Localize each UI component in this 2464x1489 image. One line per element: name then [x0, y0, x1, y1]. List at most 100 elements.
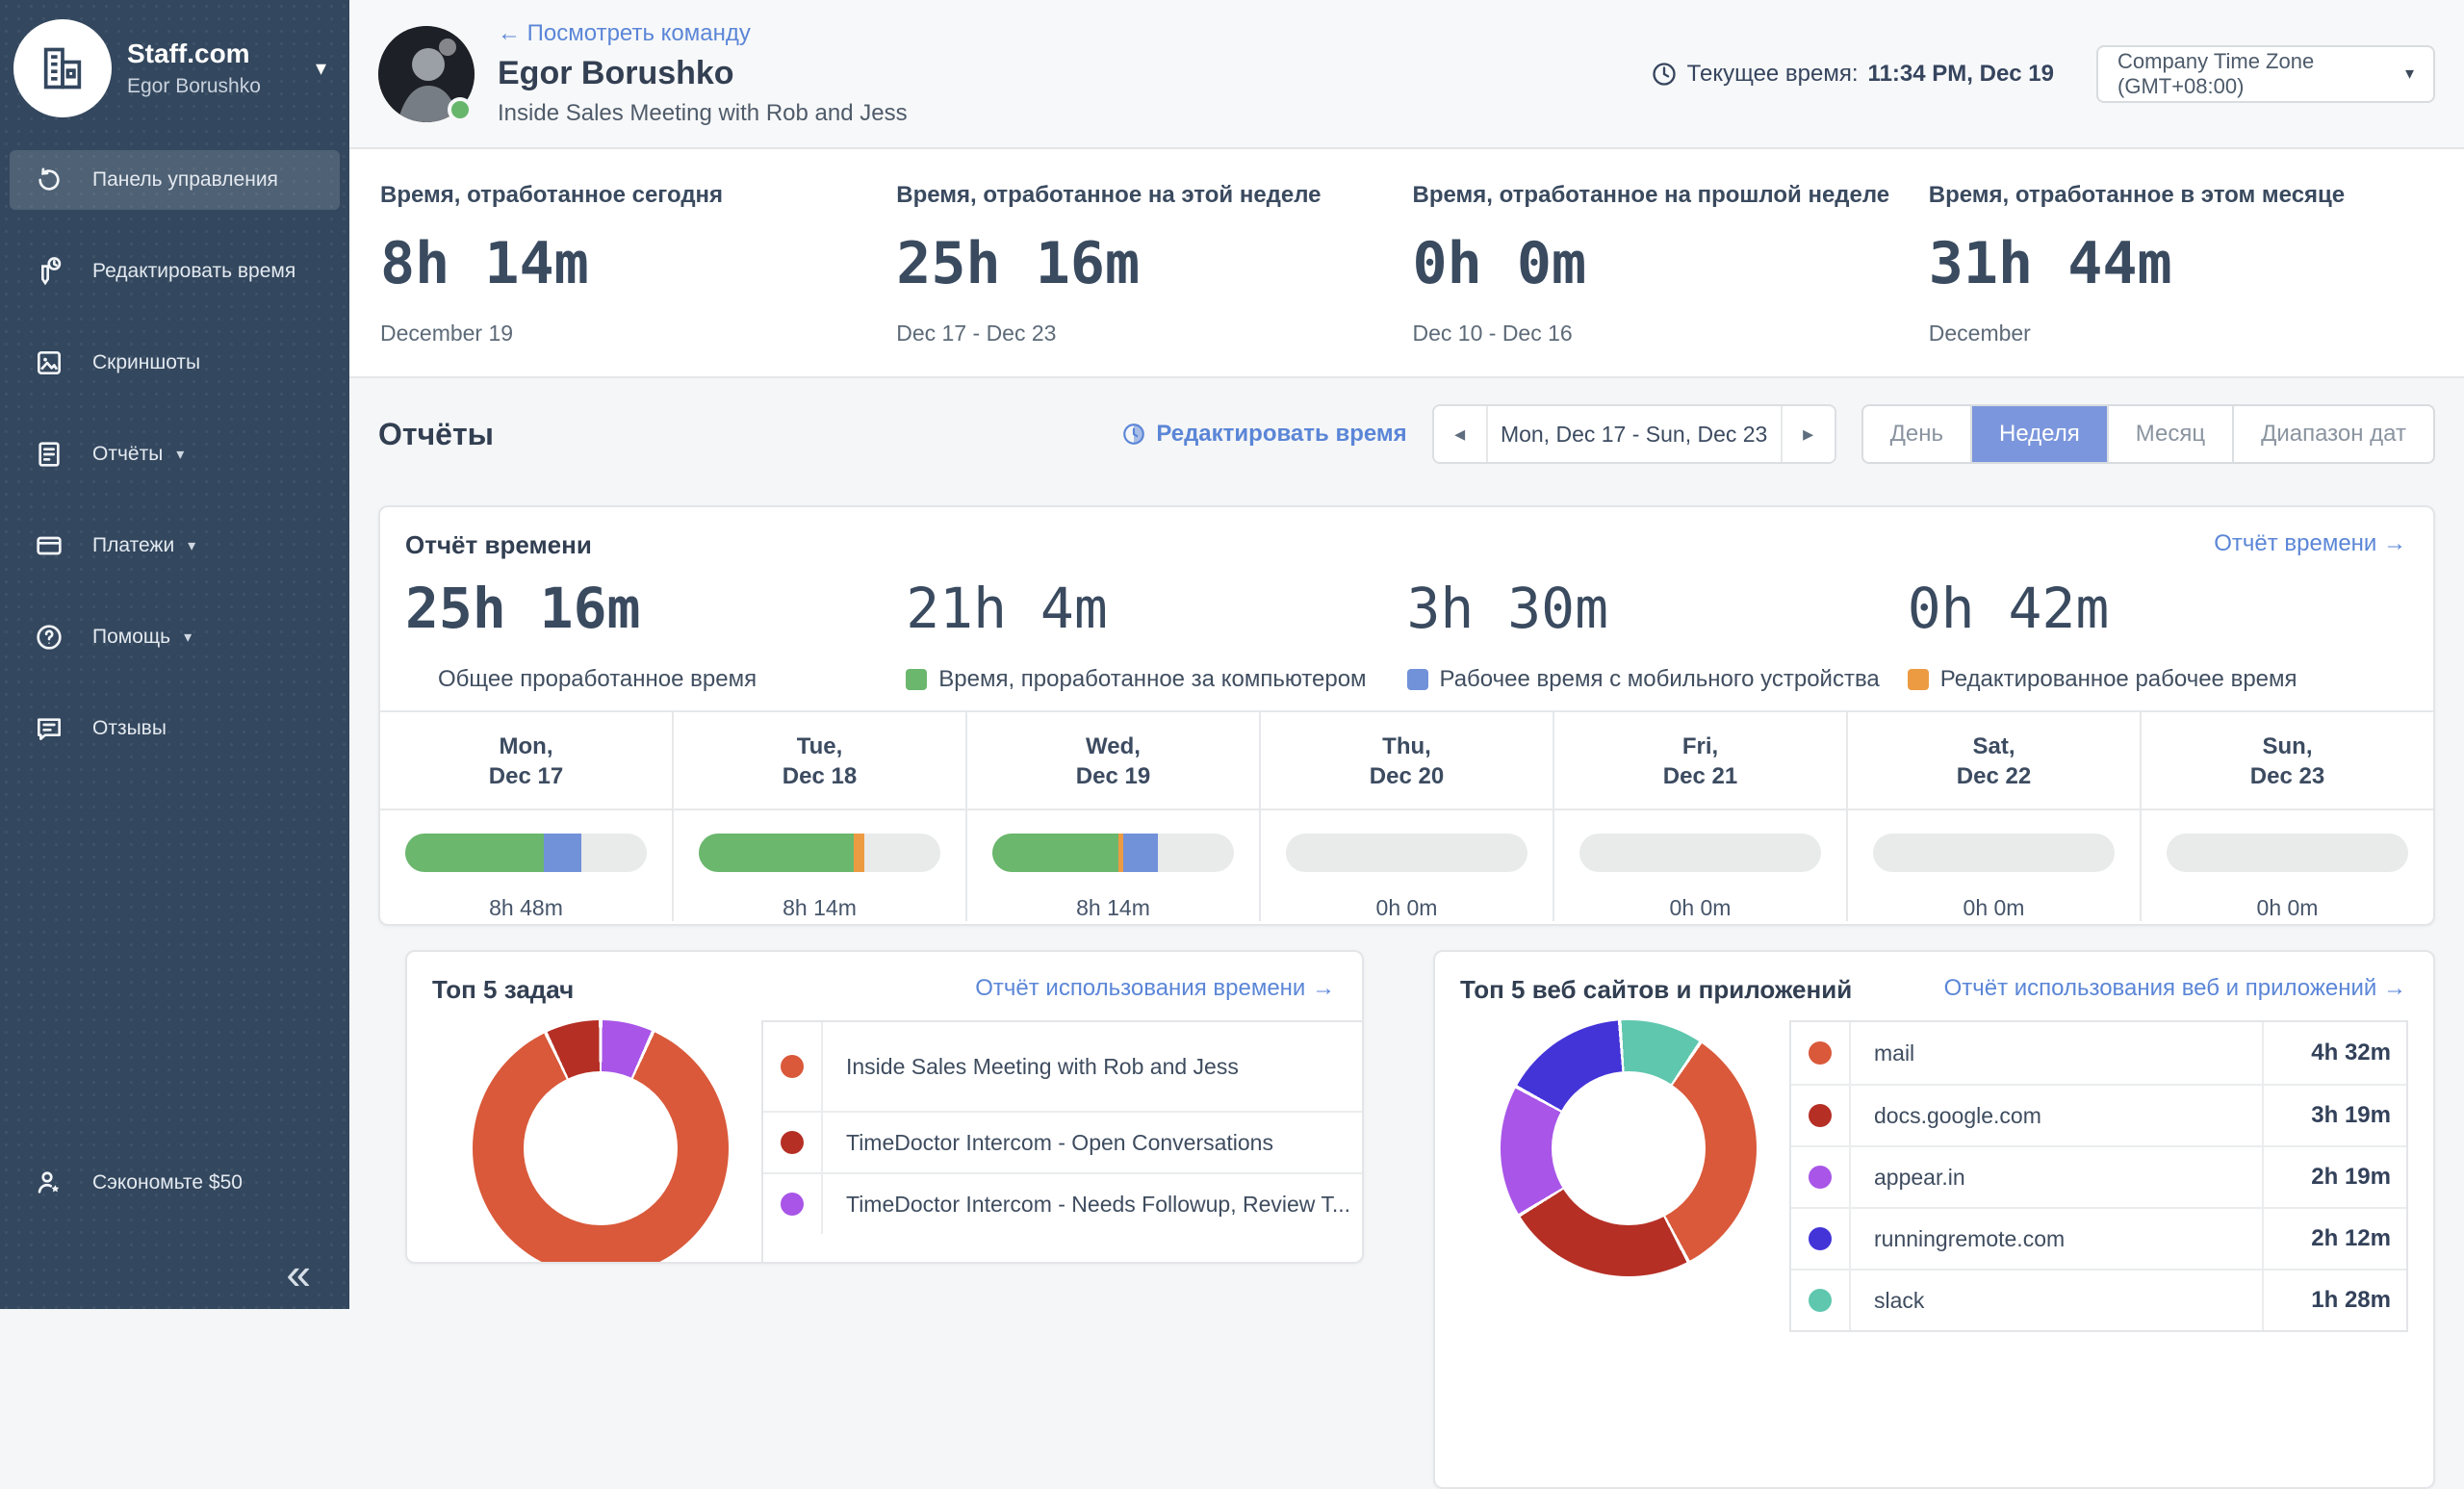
day-column-sat[interactable]: Sat,Dec 22 0h 0m: [1846, 712, 2140, 921]
time-report-card: Отчёт времени Отчёт времени → 25h 16m Об…: [378, 505, 2435, 926]
table-row[interactable]: docs.google.com 3h 19m: [1791, 1084, 2406, 1145]
stat-today: Время, отработанное сегодня 8h 14m Decem…: [380, 182, 896, 376]
view-team-link[interactable]: ← Посмотреть команду: [498, 20, 908, 47]
sidebar-item-label: Скриншоты: [92, 351, 200, 374]
day-column-thu[interactable]: Thu,Dec 20 0h 0m: [1259, 712, 1553, 921]
day-bar: [1286, 834, 1527, 872]
table-row[interactable]: TimeDoctor Intercom - Open Conversations…: [763, 1111, 1364, 1172]
promo-label: Сэкономьте $50: [92, 1171, 243, 1194]
table-row[interactable]: mail 4h 32m: [1791, 1022, 2406, 1084]
day-total: 8h 48m: [405, 895, 647, 921]
arrow-right-icon: →: [1312, 975, 1335, 1001]
sidebar-item-dashboard[interactable]: Панель управления: [10, 150, 340, 210]
help-icon: [31, 619, 67, 655]
sidebar-item-label: Редактировать время: [92, 260, 295, 283]
link-label: Отчёт времени: [2214, 530, 2376, 556]
sidebar-item-feedback[interactable]: Отзывы: [10, 699, 340, 758]
collapse-sidebar-icon[interactable]: «: [286, 1251, 311, 1296]
web-app-report-link[interactable]: Отчёт использования веб и приложений →: [1944, 975, 2406, 1002]
avatar[interactable]: [378, 26, 475, 122]
brand-title: Staff.com: [127, 39, 261, 69]
summary-value: 3h 30m: [1407, 576, 1908, 641]
websites-table: mail 4h 32m docs.google.com 3h 19m appea…: [1789, 1020, 2408, 1332]
week-table: Mon,Dec 17 8h 48m Tue,Dec 18 8h 14m Wed,…: [380, 710, 2433, 921]
day-bar: [405, 834, 647, 872]
next-week-button[interactable]: ▸: [1781, 406, 1835, 462]
view-week-button[interactable]: Неделя: [1970, 406, 2107, 462]
day-bar: [1579, 834, 1821, 872]
sidebar-item-edit-time[interactable]: Редактировать время: [10, 242, 340, 301]
staffcom-logo-icon: [13, 19, 112, 117]
summary-total: 25h 16m Общее проработанное время: [405, 564, 906, 710]
series-dot: [781, 1193, 804, 1216]
day-column-mon[interactable]: Mon,Dec 17 8h 48m: [380, 712, 672, 921]
day-column-tue[interactable]: Tue,Dec 18 8h 14m: [672, 712, 965, 921]
timezone-select[interactable]: Company Time Zone (GMT+08:00) ▾: [2096, 45, 2435, 103]
credit-card-icon: [31, 527, 67, 564]
view-day-button[interactable]: День: [1863, 406, 1970, 462]
sidebar-item-label: Отзывы: [92, 717, 167, 740]
stat-period: Dec 17 - Dec 23: [896, 321, 1393, 347]
view-month-button[interactable]: Месяц: [2107, 406, 2232, 462]
chevron-down-icon[interactable]: ▾: [310, 50, 332, 87]
chevron-down-icon: ▾: [188, 536, 195, 555]
table-row[interactable]: Inside Sales Meeting with Rob and Jess 2…: [763, 1022, 1364, 1111]
chevron-down-icon: ▾: [184, 628, 192, 647]
sidebar-item-label: Отчёты: [92, 443, 163, 466]
site-time: 1h 28m: [2262, 1271, 2406, 1330]
task-name: Inside Sales Meeting with Rob and Jess: [823, 1022, 1364, 1111]
sidebar-item-payments[interactable]: Платежи ▾: [10, 516, 340, 576]
sidebar-item-label: Панель управления: [92, 168, 278, 192]
date-range-label[interactable]: Mon, Dec 17 - Sun, Dec 23: [1488, 406, 1781, 462]
summary-mobile: 3h 30m Рабочее время с мобильного устрой…: [1407, 564, 1908, 710]
day-bar: [1873, 834, 2115, 872]
current-time-value: 11:34 PM, Dec 19: [1868, 61, 2054, 88]
feedback-icon: [31, 710, 67, 747]
series-dot: [1809, 1104, 1832, 1127]
edit-time-link[interactable]: Редактировать время: [1121, 421, 1406, 448]
series-dot: [1809, 1227, 1832, 1250]
day-total: 0h 0m: [1873, 895, 2115, 921]
summary-value: 0h 42m: [1908, 576, 2408, 641]
summary-label: Время, проработанное за компьютером: [938, 666, 1366, 693]
stat-label: Время, отработанное в этом месяце: [1929, 182, 2426, 209]
series-dot: [1809, 1041, 1832, 1065]
time-report-link[interactable]: Отчёт времени →: [2214, 530, 2406, 557]
view-toggle: День Неделя Месяц Диапазон дат: [1861, 404, 2435, 464]
timezone-value: Company Time Zone (GMT+08:00): [2118, 49, 2405, 99]
tasks-table: Inside Sales Meeting with Rob and Jess 2…: [761, 1020, 1364, 1264]
table-row[interactable]: TimeDoctor Intercom - Needs Followup, Re…: [763, 1172, 1364, 1234]
day-total: 8h 14m: [699, 895, 940, 921]
table-row[interactable]: slack 1h 28m: [1791, 1269, 2406, 1330]
prev-week-button[interactable]: ◂: [1434, 406, 1488, 462]
time-use-report-link[interactable]: Отчёт использования времени →: [975, 975, 1335, 1002]
legend-square: [1407, 669, 1428, 690]
summary-value: 21h 4m: [906, 576, 1406, 641]
online-status-dot: [448, 97, 473, 122]
day-column-fri[interactable]: Fri,Dec 21 0h 0m: [1553, 712, 1846, 921]
sidebar-item-label: Платежи: [92, 534, 174, 557]
site-time: 2h 12m: [2262, 1209, 2406, 1269]
day-column-sun[interactable]: Sun,Dec 23 0h 0m: [2140, 712, 2433, 921]
table-row[interactable]: appear.in 2h 19m: [1791, 1145, 2406, 1207]
site-name: appear.in: [1851, 1147, 2262, 1207]
sidebar-item-help[interactable]: Помощь ▾: [10, 607, 340, 667]
stat-value: 8h 14m: [380, 230, 877, 297]
sidebar-item-save-50[interactable]: Сэкономьте $50: [10, 1153, 340, 1213]
day-column-wed[interactable]: Wed,Dec 19 8h 14m: [965, 712, 1259, 921]
top-websites-card: Топ 5 веб сайтов и приложений Отчёт испо…: [1433, 950, 2435, 1489]
stat-value: 25h 16m: [896, 230, 1393, 297]
sidebar-item-reports[interactable]: Отчёты ▾: [10, 424, 340, 484]
day-total: 8h 14m: [992, 895, 1234, 921]
table-row[interactable]: runningremote.com 2h 12m: [1791, 1207, 2406, 1269]
view-range-button[interactable]: Диапазон дат: [2232, 406, 2433, 462]
card-title: Топ 5 задач: [432, 975, 574, 1005]
site-name: runningremote.com: [1851, 1209, 2262, 1269]
stat-last-week: Время, отработанное на прошлой неделе 0h…: [1413, 182, 1929, 376]
brand[interactable]: Staff.com Egor Borushko ▾: [0, 0, 349, 127]
sidebar-item-screenshots[interactable]: Скриншоты: [10, 333, 340, 393]
link-label: Отчёт использования веб и приложений: [1944, 975, 2377, 1001]
edit-time-icon: [31, 253, 67, 290]
task-name: TimeDoctor Intercom - Open Conversations: [823, 1113, 1364, 1172]
site-time: 4h 32m: [2262, 1022, 2406, 1084]
